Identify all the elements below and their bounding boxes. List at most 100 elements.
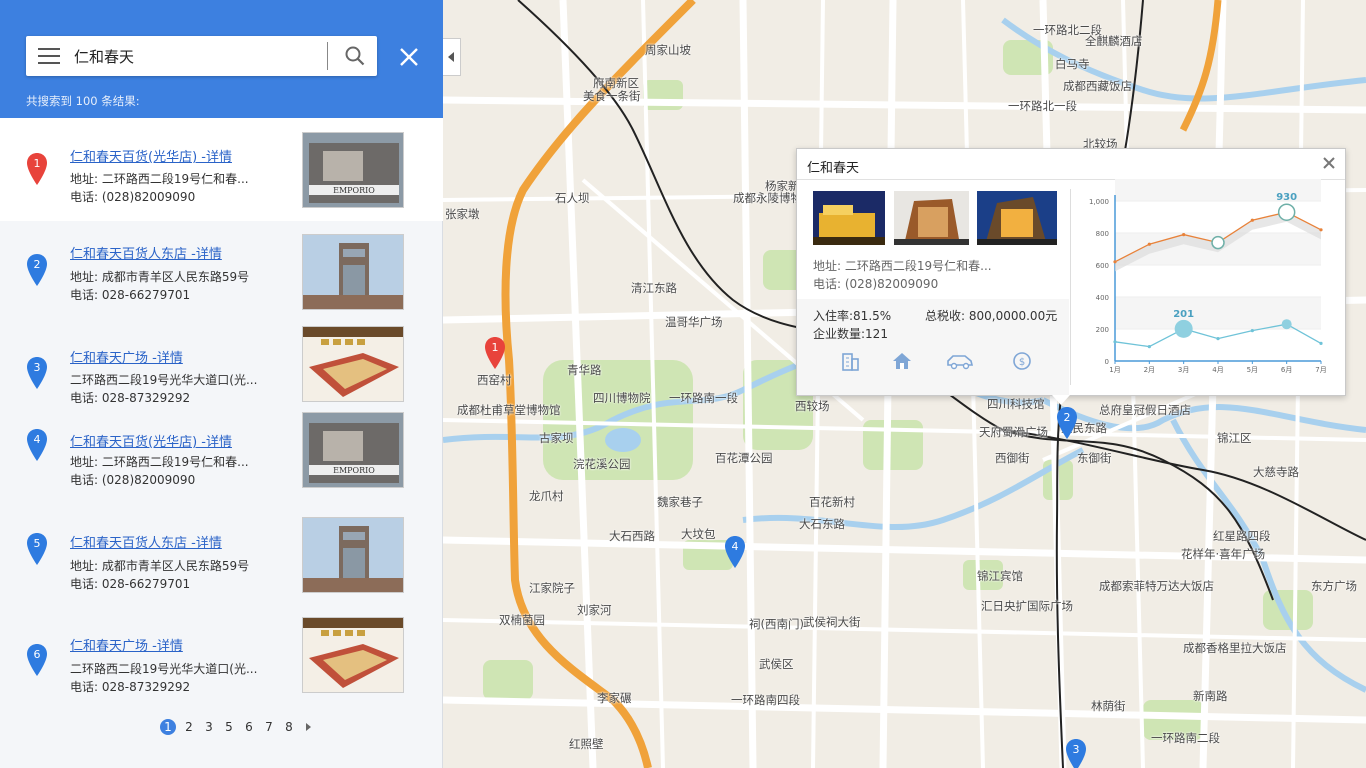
map-label: 府南新区 xyxy=(593,76,639,90)
search-input[interactable] xyxy=(74,44,324,68)
search-button[interactable] xyxy=(332,36,377,76)
result-thumbnail[interactable] xyxy=(302,234,404,310)
trend-chart: 2014年2015年02004006008001,0001月2月3月4月5月6月… xyxy=(1089,179,1327,374)
search-icon xyxy=(345,46,364,66)
x-tick-label: 6月 xyxy=(1281,366,1292,374)
result-title-link[interactable]: 仁和春天百货(光华店) -详情 xyxy=(70,431,232,450)
result-thumbnail[interactable] xyxy=(302,517,404,593)
result-thumbnail[interactable]: EMPORIO xyxy=(302,132,404,208)
y-tick-label: 400 xyxy=(1096,294,1109,302)
svg-text:1: 1 xyxy=(492,341,499,354)
data-point xyxy=(1216,337,1220,341)
svg-text:1: 1 xyxy=(34,157,41,170)
result-thumbnail[interactable] xyxy=(302,617,404,693)
result-item[interactable]: 3 仁和春天广场 -详情 二环路西二段19号光华大道口(光... 电话: 028-87… xyxy=(0,324,443,408)
map-label: 全麒麟酒店 xyxy=(1085,34,1143,48)
building-icon[interactable] xyxy=(839,351,861,371)
map-marker-1[interactable]: 1 xyxy=(484,336,506,370)
data-point xyxy=(1319,228,1323,232)
svg-text:EMPORIO: EMPORIO xyxy=(333,466,375,475)
map-marker-4[interactable]: 4 xyxy=(724,535,746,569)
company-count: 企业数量:121 xyxy=(813,327,888,341)
data-point xyxy=(1147,345,1151,349)
result-item[interactable]: 6 仁和春天广场 -详情二环路西二段19号光华大道口(光... 电话: 028-87… xyxy=(0,617,443,721)
page-6[interactable]: 6 xyxy=(242,719,256,735)
map-label: 青华路 xyxy=(567,363,602,377)
close-search-button[interactable] xyxy=(398,46,420,68)
map-label: 李家碾 xyxy=(597,691,632,705)
page-1[interactable]: 1 xyxy=(160,719,176,735)
map-label: 成都杜甫草堂博物馆 xyxy=(457,403,561,417)
result-pin-icon: 4 xyxy=(26,428,48,462)
map-pin-icon: 4 xyxy=(725,536,745,568)
popup-photo-3[interactable] xyxy=(977,191,1057,245)
map-label: 成都香格里拉大饭店 xyxy=(1183,641,1287,655)
occupancy-rate: 入住率:81.5% xyxy=(813,309,892,323)
result-title-link[interactable]: 仁和春天广场 -详情 xyxy=(70,635,183,654)
popup-address: 地址: 二环路西二段19号仁和春... xyxy=(813,259,992,273)
car-icon[interactable] xyxy=(945,351,975,371)
sidebar-header: 共搜索到 100 条结果: xyxy=(0,0,443,118)
page-3[interactable]: 3 xyxy=(202,719,216,735)
page-5[interactable]: 5 xyxy=(222,719,236,735)
map-label: 百花新村 xyxy=(809,495,855,509)
map-marker-2[interactable]: 2 xyxy=(1056,406,1078,440)
next-page-icon[interactable] xyxy=(306,723,311,731)
svg-text:4: 4 xyxy=(34,433,41,446)
page-2[interactable]: 2 xyxy=(182,719,196,735)
result-phone: 电话: 028-87329292 xyxy=(70,391,191,405)
map-label: 西御街 xyxy=(995,451,1030,465)
map-label: 红星路四段 xyxy=(1213,529,1271,543)
map-label: 双楠菌园 xyxy=(499,613,545,627)
map-label: 大石东路 xyxy=(799,517,845,531)
result-pin-icon: 1 xyxy=(26,152,48,186)
result-count: 共搜索到 100 条结果: xyxy=(26,94,140,108)
map-label: 总府皇冠假日酒店 xyxy=(1099,403,1191,417)
page-7[interactable]: 7 xyxy=(262,719,276,735)
data-point xyxy=(1182,233,1186,237)
result-phone: 电话: (028)82009090 xyxy=(70,473,196,487)
popup-photo-1[interactable] xyxy=(813,191,885,245)
result-list: 1 仁和春天百货(光华店) -详情 地址: 二环路西二段19号仁和春... 电话: (… xyxy=(0,118,443,721)
result-item[interactable]: 5 仁和春天百货人东店 -详情 地址: 成都市青羊区人民东路59号 电话: 028-6… xyxy=(0,514,443,617)
x-tick-label: 7月 xyxy=(1315,366,1326,374)
svg-text:2: 2 xyxy=(34,258,41,271)
result-phone: 电话: 028-87329292 xyxy=(70,680,191,694)
result-title-link[interactable]: 仁和春天百货人东店 -详情 xyxy=(70,532,222,551)
y-tick-label: 600 xyxy=(1096,262,1109,270)
result-address: 二环路西二段19号光华大道口(光... xyxy=(70,662,258,676)
result-thumbnail[interactable]: EMPORIO xyxy=(302,412,404,488)
result-phone: 电话: (028)82009090 xyxy=(70,190,196,204)
home-icon[interactable] xyxy=(891,351,913,371)
map-label: 江家院子 xyxy=(529,581,575,595)
result-title-link[interactable]: 仁和春天百货(光华店) -详情 xyxy=(70,146,232,165)
popup-photo-2[interactable] xyxy=(894,191,969,245)
highlight-point xyxy=(1281,319,1292,330)
map-label: 天府蜀滑广场 xyxy=(979,425,1048,439)
map-label: 成都西藏饭店 xyxy=(1063,79,1132,93)
result-pin-icon: 6 xyxy=(26,643,48,677)
popup-close-button[interactable] xyxy=(1321,155,1337,171)
page-8[interactable]: 8 xyxy=(282,719,296,735)
result-title-link[interactable]: 仁和春天广场 -详情 xyxy=(70,347,183,366)
map-label: 白马寺 xyxy=(1055,57,1090,71)
x-tick-label: 3月 xyxy=(1178,366,1189,374)
menu-icon[interactable] xyxy=(38,48,60,64)
map-label: 西窑村 xyxy=(477,373,512,387)
map-label: 锦江宾馆 xyxy=(977,569,1023,583)
svg-text:3: 3 xyxy=(34,361,41,374)
result-title-link[interactable]: 仁和春天百货人东店 -详情 xyxy=(70,243,222,262)
result-thumbnail[interactable] xyxy=(302,326,404,402)
result-item[interactable]: 4 仁和春天百货(光华店) -详情 地址: 二环路西二段19号仁和春... 电话: (… xyxy=(0,408,443,514)
money-icon[interactable]: $ xyxy=(1011,351,1033,371)
x-tick-label: 1月 xyxy=(1109,366,1120,374)
result-phone: 电话: 028-66279701 xyxy=(70,288,191,302)
result-item[interactable]: 1 仁和春天百货(光华店) -详情 地址: 二环路西二段19号仁和春... 电话: (… xyxy=(0,118,443,221)
map-label: 东方广场 xyxy=(1311,579,1357,593)
map-pin-icon: 2 xyxy=(1057,407,1077,439)
map-label: 汇日央扩国际广场 xyxy=(981,599,1073,613)
map-marker-3[interactable]: 3 xyxy=(1065,738,1087,768)
collapse-sidebar-button[interactable] xyxy=(443,38,461,76)
map-label: 四川科技馆 xyxy=(987,397,1045,411)
result-item[interactable]: 2 仁和春天百货人东店 -详情 地址: 成都市青羊区人民东路59号 电话: 028-6… xyxy=(0,221,443,324)
